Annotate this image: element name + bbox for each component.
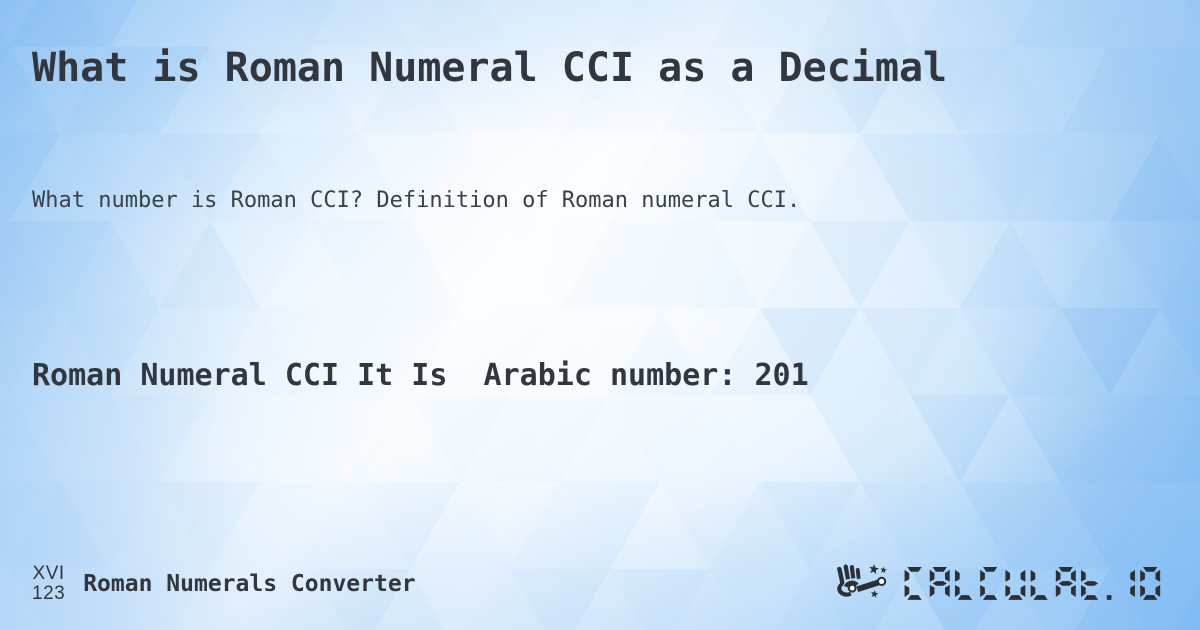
og-card: What is Roman Numeral CCI as a Decimal W…: [0, 0, 1200, 630]
page-subtitle: What number is Roman CCI? Definition of …: [32, 188, 801, 213]
calculatio-logo[interactable]: [834, 562, 1168, 606]
card-content: What is Roman Numeral CCI as a Decimal W…: [0, 0, 1200, 630]
footer: XVI 123 Roman Numerals Converter: [0, 538, 1200, 630]
logo-mark-top: XVI: [32, 563, 65, 585]
brand-roman-numerals-converter[interactable]: XVI 123 Roman Numerals Converter: [32, 564, 416, 604]
logo-mark-bottom: 123: [32, 583, 66, 604]
page-title: What is Roman Numeral CCI as a Decimal: [32, 45, 948, 91]
calculatio-wordmark: [904, 567, 1161, 600]
conversion-result: Roman Numeral CCI It Is Arabic number: 2…: [32, 358, 809, 393]
roman-numeral-logo-icon: XVI 123: [32, 564, 65, 604]
hand-magic-wand-icon: [837, 564, 887, 598]
brand-name-label: Roman Numerals Converter: [83, 571, 416, 597]
